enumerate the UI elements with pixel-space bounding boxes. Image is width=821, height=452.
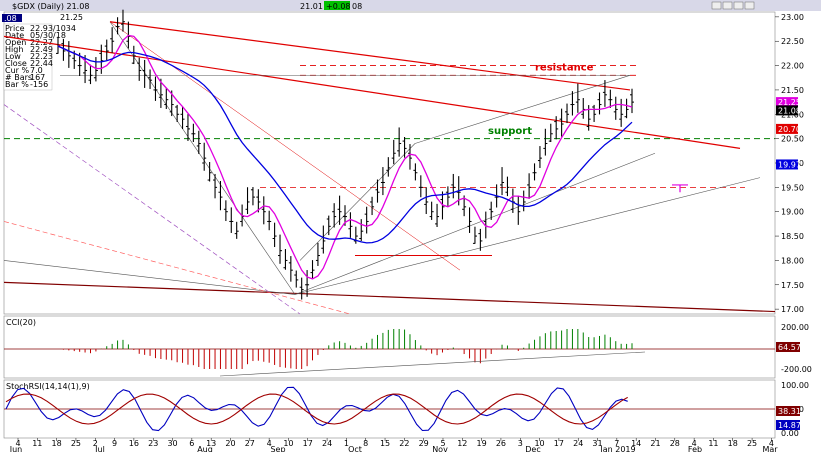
y-tick-label-9: 18.50 xyxy=(781,232,804,241)
chart-window: $GDX (Daily) 21.08 21.01 +0.08 08 21.25.08 Pr… xyxy=(0,0,821,452)
x-tick-label-12: 27 xyxy=(245,439,255,448)
header-change-suffix: 08 xyxy=(352,2,362,11)
cci-tick-top: 200.00 xyxy=(781,323,809,332)
month-label-3: Sep xyxy=(270,445,285,452)
x-tick-label-9: 6 xyxy=(189,439,194,448)
month-label-9: Mar xyxy=(762,445,778,452)
x-tick-label-6: 16 xyxy=(129,439,139,448)
stoch-tick-100: 100.00 xyxy=(781,381,809,390)
month-label-5: Nov xyxy=(432,445,448,452)
y-tick-label-5: 20.50 xyxy=(781,135,804,144)
price-chart[interactable]: $GDX (Daily) 21.08 21.01 +0.08 0821.25.08Pr… xyxy=(0,0,821,452)
y-tick-label-1: 22.50 xyxy=(781,37,804,46)
minimize-icon[interactable] xyxy=(711,1,722,10)
x-tick-label-18: 8 xyxy=(363,439,368,448)
x-tick-label-24: 19 xyxy=(477,439,487,448)
price-tag-red: 20.70 xyxy=(778,125,801,134)
x-tick-label-34: 28 xyxy=(670,439,680,448)
x-tick-label-26: 3 xyxy=(518,439,523,448)
month-label-1: Jul xyxy=(94,445,105,452)
month-label-6: Dec xyxy=(525,445,540,452)
x-tick-label-29: 24 xyxy=(573,439,583,448)
x-tick-label-1: 11 xyxy=(32,439,42,448)
header-last-value: 21.25 xyxy=(60,13,83,22)
y-tick-label-12: 17.00 xyxy=(781,305,804,314)
y-tick-label-7: 19.50 xyxy=(781,183,804,192)
window-titlebar xyxy=(0,0,821,11)
x-tick-label-5: 9 xyxy=(112,439,117,448)
x-tick-label-19: 15 xyxy=(380,439,390,448)
y-tick-label-0: 23.00 xyxy=(781,13,804,22)
x-tick-label-8: 30 xyxy=(167,439,177,448)
cci-label: CCI(20) xyxy=(6,318,36,327)
price-tag-blue: 19.97 xyxy=(778,160,801,169)
x-tick-label-21: 29 xyxy=(419,439,429,448)
month-label-4: Oct xyxy=(348,445,362,452)
info-label-8: Bar % xyxy=(5,80,29,89)
stoch-value-tag-2: 14.87 xyxy=(778,421,801,430)
header-left-value: .08 xyxy=(4,14,17,23)
resistance-annotation: resistance xyxy=(535,62,594,73)
cci-tick-bottom: -200.00 xyxy=(781,365,812,374)
header-change-value: +0.08 xyxy=(326,2,351,11)
y-tick-label-2: 22.00 xyxy=(781,62,804,71)
stoch-value-tag-1: 38.31 xyxy=(778,407,801,416)
y-tick-label-11: 17.50 xyxy=(781,281,804,290)
x-tick-label-37: 18 xyxy=(728,439,738,448)
y-tick-label-10: 18.00 xyxy=(781,256,804,265)
month-label-0: Jun xyxy=(9,445,23,452)
x-tick-label-25: 26 xyxy=(496,439,506,448)
header-mid-value: 21.01 xyxy=(300,2,323,11)
cci-value-tag: 64.57 xyxy=(778,343,801,352)
x-tick-label-38: 25 xyxy=(747,439,757,448)
restore-icon[interactable] xyxy=(733,1,744,10)
maximize-icon[interactable] xyxy=(722,1,733,10)
y-tick-label-3: 21.50 xyxy=(781,86,804,95)
support-annotation: support xyxy=(488,126,532,137)
x-tick-label-33: 21 xyxy=(650,439,660,448)
chart-title: $GDX (Daily) 21.08 xyxy=(12,2,89,11)
close-icon[interactable] xyxy=(744,1,755,10)
window-background xyxy=(0,0,821,452)
x-tick-label-11: 20 xyxy=(225,439,235,448)
price-tag-last: 21.08 xyxy=(778,106,801,115)
x-tick-label-36: 11 xyxy=(708,439,718,448)
month-label-2: Aug xyxy=(197,445,213,452)
x-tick-label-23: 12 xyxy=(457,439,467,448)
y-tick-label-8: 19.00 xyxy=(781,208,804,217)
info-value-8: -156 xyxy=(30,80,48,89)
x-tick-label-20: 22 xyxy=(399,439,409,448)
x-tick-label-2: 18 xyxy=(52,439,62,448)
x-tick-label-28: 17 xyxy=(554,439,564,448)
x-tick-label-16: 24 xyxy=(322,439,332,448)
x-tick-label-7: 23 xyxy=(148,439,158,448)
month-label-7: Jan 2019 xyxy=(599,445,635,452)
x-tick-label-15: 17 xyxy=(303,439,313,448)
month-label-8: Feb xyxy=(688,445,702,452)
x-tick-label-3: 25 xyxy=(71,439,81,448)
stoch-tick-0: 0.00 xyxy=(781,429,799,438)
